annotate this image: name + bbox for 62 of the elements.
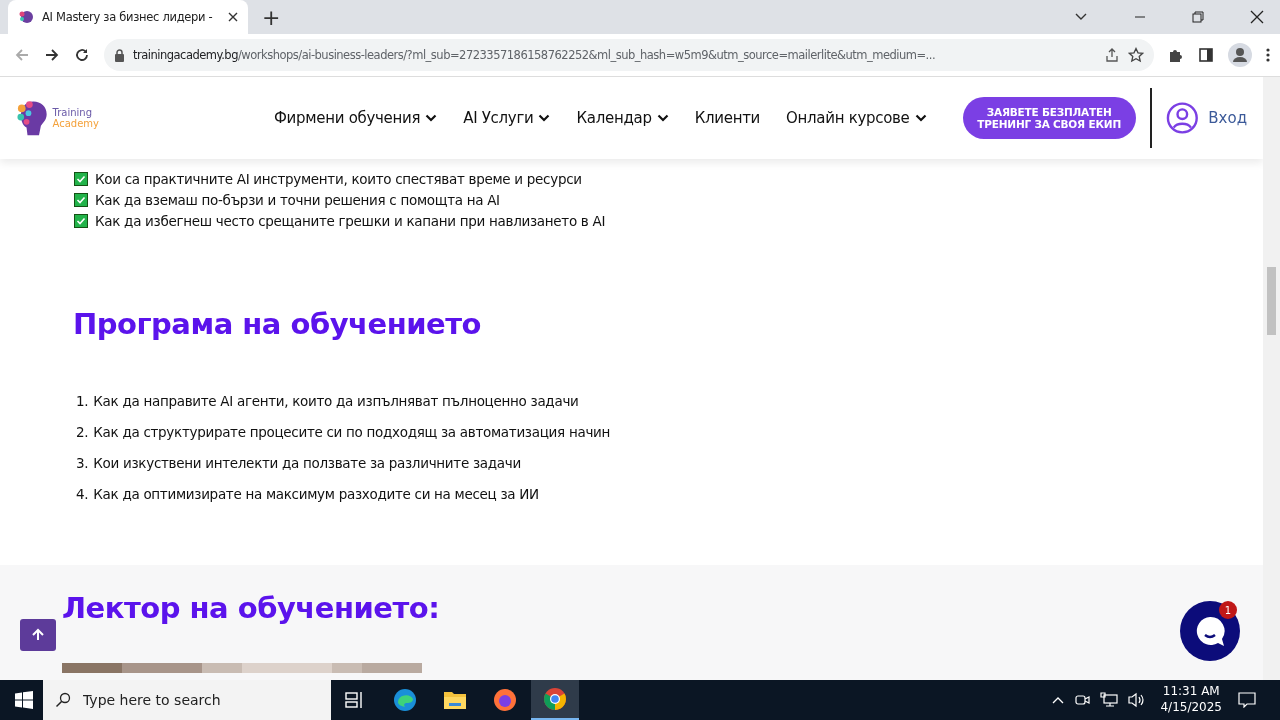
taskbar-search-field[interactable]: Type here to search [43,680,331,720]
reload-icon[interactable] [74,47,90,63]
checklist-text: Как да вземаш по-бързи и точни решения с помощта на AI [95,191,500,208]
list-number: 4. [76,486,89,504]
scrollbar[interactable] [1263,77,1280,680]
lock-icon [114,48,125,62]
chevron-up-icon[interactable] [1052,696,1065,704]
user-icon[interactable] [1165,101,1199,135]
volume-icon[interactable] [1128,692,1147,708]
new-tab-button[interactable]: + [262,4,281,30]
chevron-down-icon[interactable] [425,114,438,122]
chrome-icon[interactable] [531,680,579,720]
list-number: 1. [76,393,89,411]
chevron-down-icon[interactable] [1074,12,1088,22]
checklist-text: Кои са практичните AI инструменти, които спестяват време и ресурси [95,170,582,187]
forward-icon[interactable] [44,47,60,63]
tab-title: AI Mastery за бизнес лидери - [42,10,214,24]
clock-time: 11:31 AM [1162,684,1220,700]
list-number: 2. [76,424,89,442]
restore-icon[interactable] [1192,11,1204,23]
logo-text: Training Academy [52,107,101,129]
logo-icon [16,98,49,138]
search-icon [55,692,71,708]
menu-icon[interactable] [1266,47,1270,63]
arrow-up-icon [31,628,45,642]
list-item-text: Как да структурирате процесите си по подходящ за автоматизация начин [93,424,611,442]
close-icon[interactable] [1250,10,1264,24]
camera-icon[interactable] [1074,692,1091,708]
address-bar[interactable]: trainingacademy.bg/workshops/ai-business-leaders/?ml_sub=2723357186158762252&ml_sub_hash=w5m9&utm_source=mailerlite&utm_medium=... [104,39,1154,71]
nav-menu-item[interactable]: Онлайн курсове [786,109,910,127]
profile-icon[interactable] [1228,43,1252,67]
section-heading: Лектор на обучението: [62,591,440,625]
chevron-down-icon[interactable] [914,114,927,122]
nav-menu-item[interactable]: Фирмени обучения [274,109,421,127]
clock-date: 4/15/2025 [1160,700,1222,716]
nav-menu-item[interactable]: Клиенти [694,109,761,127]
checklist-text: Как да избегнеш често срещаните грешки и капани при навлизането в AI [95,212,606,229]
windows-icon[interactable] [15,691,33,709]
search-input[interactable]: Type here to search [81,691,315,709]
notifications-icon[interactable] [1238,692,1256,708]
url-text: trainingacademy.bg/workshops/ai-business-leaders/?ml_sub=2723357186158762252&ml_sub_hash=w5m9&utm_source=mailerlite&utm_medium=... [133,48,937,62]
browser-tab[interactable]: AI Mastery за бизнес лидери - [8,0,248,34]
cta-button[interactable]: ЗАЯВЕТЕ БЕЗПЛАТЕН ТРЕНИНГ ЗА СВОЯ ЕКИП [962,97,1136,139]
close-icon[interactable] [228,12,238,22]
section-heading: Програма на обучението [73,307,482,341]
sidepanel-icon[interactable] [1198,47,1214,63]
scroll-top-button[interactable] [20,619,56,651]
chevron-down-icon[interactable] [656,114,669,122]
star-icon[interactable] [1128,47,1144,63]
list-number: 3. [76,455,89,473]
network-icon[interactable] [1100,692,1119,708]
chevron-down-icon[interactable] [538,114,551,122]
puzzle-icon[interactable] [1168,47,1184,63]
list-item-text: Как да направите AI агенти, които да изпълняват пълноценно задачи [93,393,579,411]
list-item-text: Как да оптимизирате на максимум разходите си на месец за ИИ [93,486,539,504]
nav-menu-item[interactable]: AI Услуги [463,109,534,127]
share-icon[interactable] [1104,47,1120,63]
login-link[interactable]: Вход [1208,109,1247,127]
list-item-text: Кои изкуствени интелекти да ползвате за различните задачи [93,455,521,473]
head-logo-icon [18,9,34,25]
nav-menu-item[interactable]: Календар [576,109,652,127]
logo[interactable]: Training Academy [16,98,138,138]
